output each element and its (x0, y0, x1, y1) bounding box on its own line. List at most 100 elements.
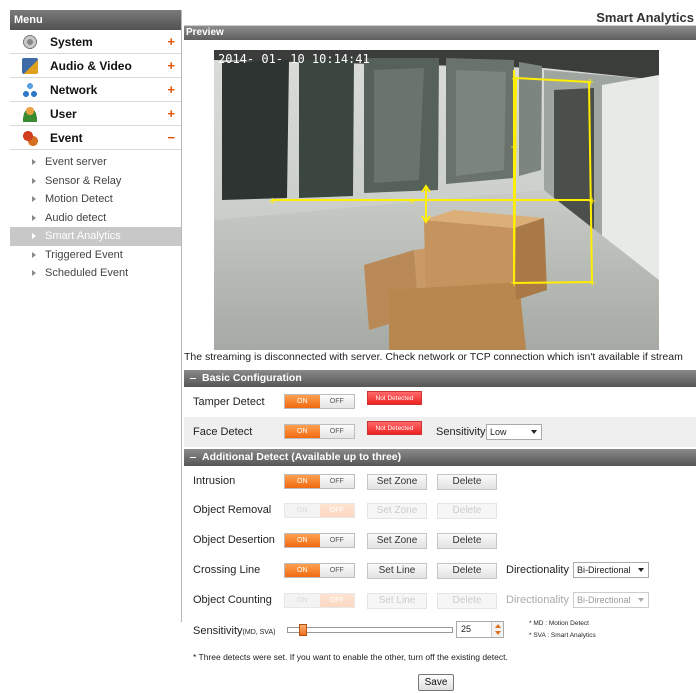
face-detect-toggle[interactable]: ON OFF (284, 424, 355, 439)
chevron-down-icon (638, 598, 644, 602)
svg-text:+: + (588, 278, 596, 289)
sensitivity-spinbox[interactable]: 25 (456, 621, 504, 638)
svg-text:+: + (511, 74, 519, 85)
expand-plus-icon[interactable]: + (167, 106, 175, 121)
toggle-on[interactable]: ON (285, 534, 320, 547)
toggle-on[interactable]: ON (285, 564, 320, 577)
save-button[interactable]: Save (418, 674, 454, 691)
expand-plus-icon[interactable]: + (167, 82, 175, 97)
toggle-on[interactable]: ON (285, 504, 320, 517)
tamper-detect-label: Tamper Detect (193, 396, 265, 408)
slider-handle[interactable] (299, 624, 307, 636)
sidebar-item-event[interactable]: Event − (10, 126, 181, 150)
collapse-dash-icon (190, 457, 196, 458)
subitem-smart-analytics[interactable]: Smart Analytics (10, 227, 181, 246)
face-status-badge: Not Detected (367, 421, 422, 435)
object-removal-set-zone-button[interactable]: Set Zone (367, 503, 427, 519)
triangle-right-icon (32, 233, 36, 240)
triangle-right-icon (32, 159, 36, 166)
intrusion-delete-button[interactable]: Delete (437, 474, 497, 490)
toggle-on[interactable]: ON (285, 475, 320, 488)
detect-limit-footnote: * Three detects were set. If you want to… (193, 652, 508, 662)
spin-up-icon[interactable] (495, 624, 501, 628)
sensitivity-row: Sensitivity(MD, SVA) 25 * MD : Motion De… (184, 616, 696, 646)
object-desertion-delete-button[interactable]: Delete (437, 533, 497, 549)
crossing-directionality-select[interactable]: Bi-Directional (573, 562, 649, 578)
sidebar-item-label: Event (50, 130, 83, 145)
svg-text:+: + (510, 142, 518, 153)
tamper-detect-row: Tamper Detect ON OFF Not Detected (184, 387, 696, 417)
sidebar-item-network[interactable]: Network + (10, 78, 181, 102)
toggle-off[interactable]: OFF (319, 504, 354, 517)
object-desertion-row: Object Desertion ON OFF Set Zone Delete (184, 525, 696, 555)
audio-video-icon (22, 57, 38, 74)
object-desertion-set-zone-button[interactable]: Set Zone (367, 533, 427, 549)
toggle-on[interactable]: ON (285, 594, 320, 607)
triangle-right-icon (32, 270, 36, 277)
sidebar-item-user[interactable]: User + (10, 102, 181, 126)
object-removal-delete-button[interactable]: Delete (437, 503, 497, 519)
chevron-down-icon (531, 430, 537, 434)
collapse-minus-icon[interactable]: − (167, 130, 175, 145)
face-detect-label: Face Detect (193, 426, 253, 438)
expand-plus-icon[interactable]: + (167, 34, 175, 49)
preview-timestamp: 2014- 01- 10 10:14:41 (218, 52, 370, 66)
crossing-line-toggle[interactable]: ON OFF (284, 563, 355, 578)
toggle-off[interactable]: OFF (319, 395, 354, 408)
sensitivity-label: Sensitivity(MD, SVA) (193, 625, 276, 637)
object-counting-label: Object Counting (193, 594, 272, 606)
object-desertion-label: Object Desertion (193, 534, 275, 546)
object-counting-row: Object Counting ON OFF Set Line Delete D… (184, 585, 696, 615)
crossing-line-delete-button[interactable]: Delete (437, 563, 497, 579)
intrusion-set-zone-button[interactable]: Set Zone (367, 474, 427, 490)
toggle-off[interactable]: OFF (319, 475, 354, 488)
crossing-line-set-line-button[interactable]: Set Line (367, 563, 427, 579)
tamper-detect-toggle[interactable]: ON OFF (284, 394, 355, 409)
counting-directionality-select[interactable]: Bi-Directional (573, 592, 649, 608)
sidebar-item-label: Audio & Video (50, 58, 132, 73)
object-counting-toggle[interactable]: ON OFF (284, 593, 355, 608)
face-sensitivity-select[interactable]: Low (486, 424, 542, 440)
camera-preview[interactable]: 2014- 01- 10 10:14:41 + + + + + + + + (214, 50, 659, 350)
triangle-right-icon (32, 196, 36, 203)
spin-arrows[interactable] (491, 622, 503, 637)
main-content: Smart Analytics Preview 2014- 01- 10 10:… (184, 10, 696, 691)
subitem-audio-detect[interactable]: Audio detect (10, 209, 181, 228)
triangle-right-icon (32, 214, 36, 221)
face-detect-row: Face Detect ON OFF Not Detected Sensitiv… (184, 417, 696, 447)
system-gear-icon (22, 33, 38, 50)
subitem-event-server[interactable]: Event server (10, 153, 181, 172)
svg-text:+: + (588, 196, 596, 207)
object-removal-toggle[interactable]: ON OFF (284, 503, 355, 518)
svg-text:+: + (408, 196, 416, 207)
toggle-on[interactable]: ON (285, 395, 320, 408)
sidebar-menu: Menu System + Audio & Video + Network + … (10, 10, 182, 622)
subitem-scheduled-event[interactable]: Scheduled Event (10, 264, 181, 283)
subitem-triggered-event[interactable]: Triggered Event (10, 246, 181, 265)
object-counting-set-line-button[interactable]: Set Line (367, 593, 427, 609)
toggle-off[interactable]: OFF (319, 594, 354, 607)
toggle-off[interactable]: OFF (319, 425, 354, 438)
basic-config-header: Basic Configuration (184, 370, 696, 387)
svg-text:+: + (586, 77, 594, 88)
tamper-status-badge: Not Detected (367, 391, 422, 405)
intrusion-label: Intrusion (193, 475, 236, 487)
toggle-off[interactable]: OFF (319, 564, 354, 577)
intrusion-row: Intrusion ON OFF Set Zone Delete (184, 466, 696, 496)
collapse-dash-icon (190, 378, 196, 379)
triangle-right-icon (32, 177, 36, 184)
object-counting-delete-button[interactable]: Delete (437, 593, 497, 609)
subitem-sensor-relay[interactable]: Sensor & Relay (10, 172, 181, 191)
object-desertion-toggle[interactable]: ON OFF (284, 533, 355, 548)
additional-detect-header: Additional Detect (Available up to three… (184, 449, 696, 466)
sidebar-item-audio-video[interactable]: Audio & Video + (10, 54, 181, 78)
spin-down-icon[interactable] (495, 631, 501, 635)
sensitivity-slider[interactable] (287, 624, 453, 636)
toggle-on[interactable]: ON (285, 425, 320, 438)
intrusion-toggle[interactable]: ON OFF (284, 474, 355, 489)
face-sensitivity-label: Sensitivity (436, 426, 486, 438)
toggle-off[interactable]: OFF (319, 534, 354, 547)
sidebar-item-system[interactable]: System + (10, 30, 181, 54)
subitem-motion-detect[interactable]: Motion Detect (10, 190, 181, 209)
expand-plus-icon[interactable]: + (167, 58, 175, 73)
